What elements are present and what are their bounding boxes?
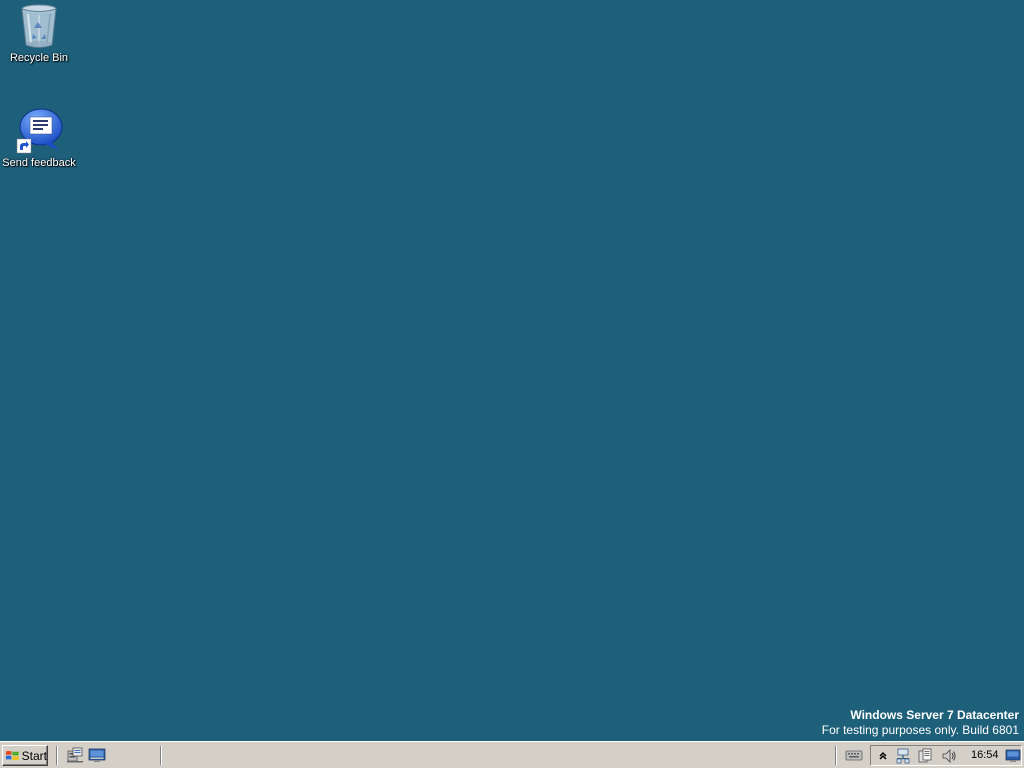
- desktop-icon-send-feedback[interactable]: Send feedback: [0, 107, 79, 170]
- network-icon[interactable]: [895, 748, 911, 764]
- watermark-edition: Windows Server 7 Datacenter: [850, 708, 1019, 722]
- tray-separator: [835, 746, 837, 765]
- desktop-icon-label: Send feedback: [2, 157, 76, 169]
- start-label: Start: [21, 748, 47, 763]
- start-button[interactable]: Start: [2, 745, 48, 766]
- show-desktop-tray-icon[interactable]: [1005, 748, 1021, 764]
- notification-area: 16:54: [870, 745, 1022, 766]
- desktop: Recycle Bin Send feedback Windows Server…: [0, 0, 1024, 741]
- os-watermark: Windows Server 7 Datacenter For testing …: [822, 708, 1019, 738]
- show-hidden-icons-chevron[interactable]: [875, 748, 891, 764]
- desktop-icon-recycle-bin[interactable]: Recycle Bin: [0, 2, 79, 65]
- desktop-icon-label: Recycle Bin: [9, 52, 69, 64]
- server-manager-icon[interactable]: [66, 747, 84, 763]
- clock[interactable]: 16:54: [971, 749, 999, 761]
- show-desktop-icon[interactable]: [88, 747, 106, 763]
- taskbar: Start 16:54: [0, 741, 1024, 768]
- volume-icon[interactable]: [941, 748, 957, 764]
- action-center-icon[interactable]: [917, 748, 933, 764]
- quick-launch-separator: [56, 746, 58, 765]
- send-feedback-icon: [15, 107, 63, 155]
- windows-flag-icon: [5, 750, 19, 760]
- recycle-bin-icon: [15, 2, 63, 50]
- keyboard-icon[interactable]: [845, 747, 863, 763]
- watermark-build: For testing purposes only. Build 6801: [821, 723, 1019, 737]
- taskbar-buttons-separator: [160, 746, 162, 765]
